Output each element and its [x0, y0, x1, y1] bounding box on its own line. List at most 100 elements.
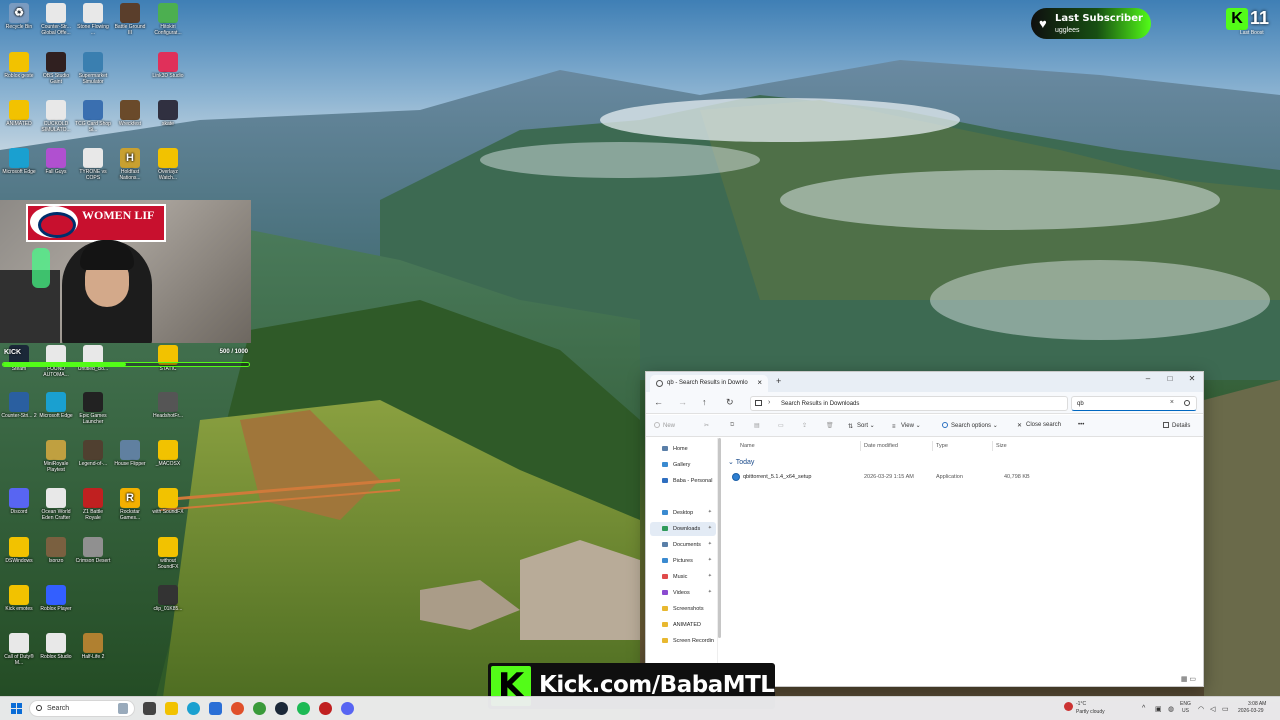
nav-item[interactable]: Desktop ✦ — [650, 506, 716, 520]
task-view-icon[interactable] — [143, 702, 156, 715]
wifi-icon[interactable]: ◠ — [1198, 705, 1204, 713]
up-button[interactable]: ↑ — [702, 397, 707, 407]
desktop-icon[interactable]: ♻ Recycle Bin — [1, 3, 37, 30]
desktop-icon[interactable]: Crimson Desert — [75, 537, 111, 564]
desktop-icon[interactable]: Overlayz Watch... — [150, 148, 186, 181]
desktop-icon[interactable]: DSWindows — [1, 537, 37, 564]
weather-widget[interactable]: -1°C Partly cloudy — [1064, 700, 1124, 718]
desktop-icon[interactable]: Ocean World Eden Crafter — [38, 488, 74, 521]
desktop-icon[interactable]: MiniRoyale Playtest — [38, 440, 74, 473]
search-input[interactable]: qb × — [1071, 396, 1197, 411]
desktop-icon[interactable]: Microsoft Edge — [1, 148, 37, 175]
desktop-icon[interactable]: Fall Guys — [38, 148, 74, 175]
nav-item[interactable]: Baba - Personal — [650, 474, 716, 488]
taskbar-search[interactable]: Search — [29, 700, 135, 717]
clock-time[interactable]: 3:08 AM — [1248, 701, 1266, 707]
view-toggle-icons[interactable]: ▦ ▭ — [1181, 675, 1196, 683]
windows-start-button[interactable] — [11, 703, 22, 714]
desktop-icon[interactable]: Link3D Studio — [150, 52, 186, 79]
outlook-icon[interactable] — [209, 702, 222, 715]
desktop-icon[interactable]: TCG Card Shop Si... — [75, 100, 111, 133]
desktop-icon[interactable]: Call of Duty® M... — [1, 633, 37, 666]
column-date-modified[interactable]: Date modified — [864, 443, 898, 449]
desktop-icon[interactable]: clip_01K85... — [150, 585, 186, 612]
nav-item[interactable]: Downloads ✦ — [650, 522, 716, 536]
volume-icon[interactable]: ◁ — [1210, 705, 1215, 713]
copy-icon[interactable]: ⧉ — [730, 422, 734, 429]
desktop-icon[interactable]: Kick emotes — [1, 585, 37, 612]
desktop-icon[interactable]: Microsoft Edge — [38, 392, 74, 419]
desktop-icon[interactable]: Hitokiri Configurat... — [150, 3, 186, 36]
desktop-icon[interactable]: Z1 Battle Royale — [75, 488, 111, 521]
desktop-icon[interactable]: CUCKOLD SIMULATO... — [38, 100, 74, 133]
tab-search-results[interactable]: qb - Search Results in Downlo × — [650, 375, 768, 392]
desktop-icon[interactable]: TYRONE vs COPS — [75, 148, 111, 181]
desktop-icon[interactable]: Epic Games Launcher — [75, 392, 111, 425]
desktop-icon[interactable]: Discord — [1, 488, 37, 515]
group-header-today[interactable]: ⌄ Today — [728, 458, 754, 466]
desktop-icon[interactable]: R Rockstar Games... — [112, 488, 148, 521]
close-search-button[interactable]: ✕ Close search — [1017, 422, 1061, 429]
file-explorer-icon[interactable] — [165, 702, 178, 715]
view-button[interactable]: ≡ View ⌄ — [892, 422, 921, 430]
nav-item[interactable]: Screenshots — [650, 602, 716, 616]
new-tab-button[interactable]: + — [776, 376, 781, 386]
share-icon[interactable]: ⇪ — [802, 422, 807, 429]
nav-item[interactable]: Screen Recordin — [650, 634, 716, 648]
desktop-icon[interactable]: Roblox Player — [38, 585, 74, 612]
desktop-icon[interactable]: Stone Flowing ... — [75, 3, 111, 36]
firefox-icon[interactable] — [231, 702, 244, 715]
desktop-icon[interactable]: with SoundFX — [150, 488, 186, 515]
delete-icon[interactable]: 🗑 — [826, 422, 834, 429]
desktop-icon[interactable]: Half-Life 2 — [75, 633, 111, 660]
nav-item[interactable]: ANIMATED — [650, 618, 716, 632]
maximize-button[interactable]: □ — [1161, 374, 1179, 383]
edge-icon[interactable] — [187, 702, 200, 715]
paste-icon[interactable]: ▤ — [754, 422, 760, 429]
desktop-icon[interactable]: OBS Studio Gaint — [38, 52, 74, 85]
close-tab-icon[interactable]: × — [757, 378, 762, 387]
more-options-button[interactable]: ••• — [1078, 422, 1084, 428]
tray-overflow-icon[interactable]: ^ — [1142, 705, 1145, 712]
column-type[interactable]: Type — [936, 443, 948, 449]
nav-item[interactable]: Videos ✦ — [650, 586, 716, 600]
nav-scrollbar[interactable] — [718, 438, 721, 638]
desktop-icon[interactable]: House Flipper — [112, 440, 148, 467]
steam-icon[interactable] — [275, 702, 288, 715]
desktop-icon[interactable]: _MACOSX — [150, 440, 186, 467]
desktop-icon[interactable]: HeadshotFr... — [150, 392, 186, 419]
back-button[interactable]: ← — [654, 397, 663, 407]
desktop-icon[interactable]: Battle Ground III — [112, 3, 148, 36]
column-size[interactable]: Size — [996, 443, 1007, 449]
clear-search-icon[interactable]: × — [1170, 399, 1174, 406]
chrome-icon[interactable] — [253, 702, 266, 715]
cut-icon[interactable]: ✂ — [704, 422, 709, 429]
desktop-icon[interactable]: without SoundFX — [150, 537, 186, 570]
nav-item[interactable]: Gallery — [650, 458, 716, 472]
refresh-button[interactable]: ↻ — [726, 397, 734, 408]
file-row[interactable]: qbittorrent_5.1.4_x64_setup 2026-03-29 1… — [732, 472, 1192, 484]
new-button[interactable]: New — [654, 422, 675, 429]
desktop-icon[interactable]: ANIMATED — [1, 100, 37, 127]
desktop-icon[interactable]: Roblox geste — [1, 52, 37, 79]
address-bar[interactable]: › Search Results in Downloads — [750, 396, 1068, 411]
nav-item[interactable]: Music ✦ — [650, 570, 716, 584]
discord-icon[interactable] — [341, 702, 354, 715]
desktop-icon[interactable]: Legend-of-... — [75, 440, 111, 467]
clock-date[interactable]: 2026-03-29 — [1238, 708, 1264, 714]
tray-app-icon[interactable]: ▣ — [1155, 705, 1162, 713]
nav-item[interactable]: Pictures ✦ — [650, 554, 716, 568]
desktop-icon[interactable]: H Holdfast Nations... — [112, 148, 148, 181]
desktop-icon[interactable]: skate — [150, 100, 186, 127]
minimize-button[interactable]: – — [1139, 374, 1157, 383]
close-window-button[interactable]: ✕ — [1183, 374, 1201, 383]
desktop-icon[interactable]: Roblox Studio — [38, 633, 74, 660]
desktop-icon[interactable]: Isonzo — [38, 537, 74, 564]
desktop-icon[interactable]: Counter-Stri... 2 — [1, 392, 37, 419]
rename-icon[interactable]: ▭ — [778, 422, 784, 429]
desktop-icon[interactable]: Counter-Str... Global Offe... — [38, 3, 74, 36]
sort-button[interactable]: ⇅ Sort ⌄ — [848, 422, 875, 430]
language-indicator[interactable]: ENG — [1180, 701, 1191, 707]
column-name[interactable]: Name — [740, 443, 755, 449]
nav-item[interactable]: Home — [650, 442, 716, 456]
